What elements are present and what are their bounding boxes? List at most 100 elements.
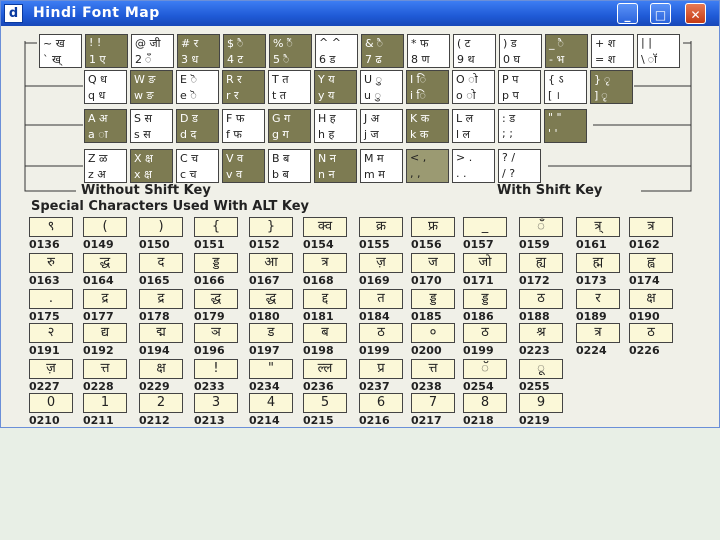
key-shift-glyph: E ॆ	[180, 73, 197, 86]
special-char-code: 0159	[519, 238, 550, 251]
special-char-code: 0229	[139, 380, 170, 393]
key-base-glyph: 4 ट	[227, 53, 244, 66]
key-shift-glyph: ? /	[502, 151, 516, 164]
special-char-code: 0180	[249, 310, 280, 323]
key-shift-glyph: K क	[410, 112, 430, 125]
special-char-glyph: द्ध	[83, 253, 127, 273]
special-char-glyph: द्म	[139, 323, 183, 343]
special-char-code: 0169	[359, 274, 390, 287]
special-char-glyph: आ	[249, 253, 293, 273]
special-char-glyph: }	[249, 217, 293, 237]
key-base-glyph: y य	[318, 89, 335, 102]
key-1-11: } ृ] ृ	[590, 70, 633, 104]
special-char-glyph: ड्ड	[411, 289, 455, 309]
key-base-glyph: 5 ै	[273, 53, 290, 66]
special-char-glyph: त्र	[576, 323, 620, 343]
key-0-9: ( ट 9 थ	[453, 34, 496, 68]
special-char-glyph: क्व	[303, 217, 347, 237]
special-char-code: 0213	[194, 414, 225, 427]
key-shift-glyph: I ि	[410, 73, 427, 86]
special-char-code: 0236	[303, 380, 334, 393]
key-1-3: R र r र	[222, 70, 265, 104]
key-shift-glyph: + श	[595, 37, 616, 50]
special-char-code: 0191	[29, 344, 60, 357]
hindi-font-map-window: d Hindi Font Map _ □ ✕ ~ ख ` ख्! ! 1 ए @ जी…	[0, 0, 720, 428]
key-0-4: $ ै 4 ट	[223, 34, 266, 68]
special-char-glyph: २	[29, 323, 73, 343]
key-shift-glyph: } ृ	[594, 73, 611, 86]
key-base-glyph: 2 ँ	[135, 53, 152, 66]
special-char-glyph: श्र	[519, 323, 563, 343]
key-0-12: + श = श	[591, 34, 634, 68]
special-char-glyph: )	[139, 217, 183, 237]
key-base-glyph: - भ	[549, 53, 565, 66]
key-0-1: ! ! 1 ए	[85, 34, 128, 68]
key-1-10: { ऽ [ ।	[544, 70, 587, 104]
special-char-glyph: ह्व	[629, 253, 673, 273]
key-base-glyph: p प	[502, 89, 519, 102]
special-char-glyph: 6	[359, 393, 403, 413]
special-char-code: 0149	[83, 238, 114, 251]
special-char-glyph: द्र	[139, 289, 183, 309]
special-char-code: 0163	[29, 274, 60, 287]
special-char-glyph: _	[463, 217, 507, 237]
key-base-glyph: n न	[318, 168, 335, 181]
special-char-glyph: क्ष	[139, 359, 183, 379]
special-char-glyph: 2	[139, 393, 183, 413]
key-base-glyph: z अ	[88, 168, 106, 181]
special-char-glyph: !	[194, 359, 238, 379]
key-base-glyph: ' '	[548, 127, 558, 140]
key-shift-glyph: P प	[502, 73, 519, 86]
special-char-code: 0150	[139, 238, 170, 251]
key-2-8: L ल l ल	[452, 109, 495, 143]
key-shift-glyph: N न	[318, 152, 336, 165]
special-char-code: 0189	[576, 310, 607, 323]
special-char-code: 0199	[359, 344, 390, 357]
special-char-code: 0218	[463, 414, 494, 427]
special-char-glyph: 1	[83, 393, 127, 413]
special-char-code: 0198	[303, 344, 334, 357]
key-base-glyph: ` ख्	[43, 53, 61, 66]
key-shift-glyph: " "	[548, 111, 562, 124]
special-char-glyph: जो	[463, 253, 507, 273]
special-char-code: 0200	[411, 344, 442, 357]
special-char-code: 0188	[519, 310, 550, 323]
special-char-glyph: ॅ	[463, 359, 507, 379]
special-char-code: 0237	[359, 380, 390, 393]
special-char-glyph: त्त	[83, 359, 127, 379]
special-char-glyph: ९	[29, 217, 73, 237]
key-shift-glyph: F फ	[226, 112, 245, 125]
key-base-glyph: j ज	[364, 128, 379, 141]
special-char-code: 0186	[463, 310, 494, 323]
special-char-glyph: ज़	[359, 253, 403, 273]
key-base-glyph: k क	[410, 128, 429, 141]
special-char-code: 0156	[411, 238, 442, 251]
key-2-3: F फ f फ	[222, 109, 265, 143]
special-char-glyph: त्र	[303, 253, 347, 273]
key-base-glyph: 6 ड	[319, 53, 336, 66]
special-char-code: 0190	[629, 310, 660, 323]
special-char-glyph: ड	[249, 323, 293, 343]
key-3-1: X क्ष x क्ष	[130, 149, 173, 183]
special-char-code: 0234	[249, 380, 280, 393]
key-base-glyph: h ह	[318, 128, 335, 141]
special-char-glyph: द्र	[83, 289, 127, 309]
key-shift-glyph: B ब	[272, 152, 290, 165]
key-1-5: Y य y य	[314, 70, 357, 104]
special-char-code: 0175	[29, 310, 60, 323]
key-base-glyph: w ङ	[134, 89, 154, 102]
key-1-4: T त t त	[268, 70, 311, 104]
special-char-glyph: द्य	[83, 323, 127, 343]
special-char-code: 0228	[83, 380, 114, 393]
special-char-glyph: ँ	[519, 217, 563, 237]
key-base-glyph: 1 ए	[89, 53, 106, 66]
key-base-glyph: e ॆ	[180, 89, 197, 102]
with-shift-label: With Shift Key	[497, 183, 603, 198]
special-char-glyph: प्र	[359, 359, 403, 379]
special-char-code: 0166	[194, 274, 225, 287]
key-1-1: W ङ w ङ	[130, 70, 173, 104]
key-base-glyph: 3 ध	[181, 53, 199, 66]
key-3-0: Z ळ z अ	[84, 149, 127, 183]
key-0-3: # र 3 ध	[177, 34, 220, 68]
key-base-glyph: b ब	[272, 168, 289, 181]
